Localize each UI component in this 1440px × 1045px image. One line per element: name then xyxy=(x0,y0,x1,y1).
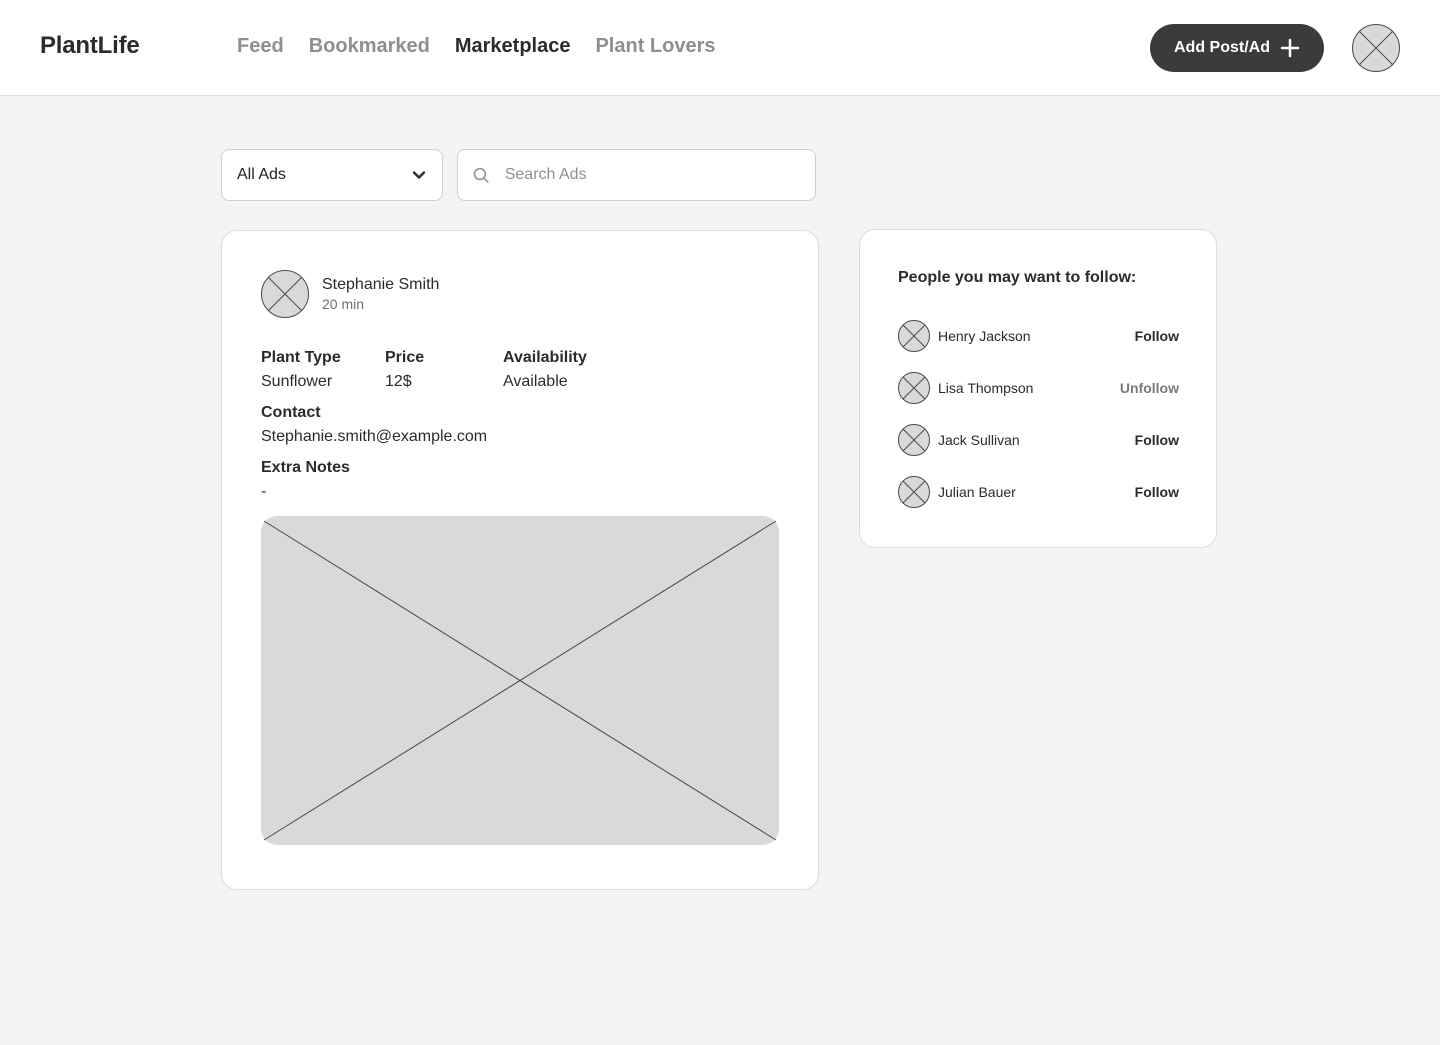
availability-value: Available xyxy=(503,373,568,390)
nav-plant-lovers[interactable]: Plant Lovers xyxy=(595,35,715,58)
extra-notes-value: - xyxy=(261,483,267,500)
ads-filter-value: All Ads xyxy=(237,166,286,183)
suggestion-item: Lisa Thompson Unfollow xyxy=(898,371,1179,405)
availability-label: Availability xyxy=(503,349,587,366)
price-value: 12$ xyxy=(385,373,412,390)
follow-suggestions-title: People you may want to follow: xyxy=(898,269,1137,286)
suggestion-name[interactable]: Lisa Thompson xyxy=(938,380,1120,396)
avatar-placeholder-icon[interactable] xyxy=(898,476,930,508)
author-avatar[interactable] xyxy=(261,270,309,318)
suggestion-name[interactable]: Jack Sullivan xyxy=(938,432,1135,448)
post-timestamp: 20 min xyxy=(322,296,365,312)
plant-type-label: Plant Type xyxy=(261,349,341,366)
extra-notes-field: Extra Notes - xyxy=(261,459,350,501)
post-author-header: Stephanie Smith 20 min xyxy=(261,270,439,318)
follow-button[interactable]: Follow xyxy=(1135,328,1179,344)
avatar-placeholder-icon[interactable] xyxy=(898,424,930,456)
avatar-placeholder-icon[interactable] xyxy=(898,372,930,404)
avatar-placeholder-icon[interactable] xyxy=(898,320,930,352)
contact-field: Contact Stephanie.smith@example.com xyxy=(261,404,487,446)
suggestion-item: Jack Sullivan Follow xyxy=(898,423,1179,457)
top-navigation-bar: PlantLife Feed Bookmarked Marketplace Pl… xyxy=(0,0,1440,96)
marketplace-ad-card: Stephanie Smith 20 min Plant Type Sunflo… xyxy=(221,230,819,890)
availability-field: Availability Available xyxy=(503,349,587,391)
follow-button[interactable]: Follow xyxy=(1135,432,1179,448)
extra-notes-label: Extra Notes xyxy=(261,459,350,476)
post-author-name[interactable]: Stephanie Smith xyxy=(322,276,439,294)
ads-filter-dropdown[interactable]: All Ads xyxy=(221,149,443,201)
search-icon xyxy=(473,167,489,183)
follow-button[interactable]: Follow xyxy=(1135,484,1179,500)
main-nav: Feed Bookmarked Marketplace Plant Lovers xyxy=(237,35,716,58)
suggestion-item: Julian Bauer Follow xyxy=(898,475,1179,509)
unfollow-button[interactable]: Unfollow xyxy=(1120,380,1179,396)
add-post-ad-label: Add Post/Ad xyxy=(1174,39,1270,56)
plant-type-field: Plant Type Sunflower xyxy=(261,349,341,391)
plus-icon xyxy=(1280,38,1300,58)
search-ads-box xyxy=(457,149,816,201)
nav-marketplace[interactable]: Marketplace xyxy=(455,35,571,58)
search-ads-input[interactable] xyxy=(504,166,800,184)
app-logo[interactable]: PlantLife xyxy=(40,32,140,60)
chevron-down-icon xyxy=(412,171,426,179)
contact-label: Contact xyxy=(261,404,321,421)
suggestion-item: Henry Jackson Follow xyxy=(898,319,1179,353)
nav-feed[interactable]: Feed xyxy=(237,35,284,58)
suggestion-name[interactable]: Julian Bauer xyxy=(938,484,1135,500)
image-placeholder-icon[interactable] xyxy=(261,516,779,845)
nav-bookmarked[interactable]: Bookmarked xyxy=(309,35,430,58)
plant-type-value: Sunflower xyxy=(261,373,333,390)
suggestion-name[interactable]: Henry Jackson xyxy=(938,328,1135,344)
profile-avatar[interactable] xyxy=(1352,24,1400,72)
add-post-ad-button[interactable]: Add Post/Ad xyxy=(1150,24,1324,72)
price-field: Price 12$ xyxy=(385,349,424,391)
contact-value[interactable]: Stephanie.smith@example.com xyxy=(261,428,487,446)
follow-suggestions-card: People you may want to follow: Henry Jac… xyxy=(859,229,1217,548)
price-label: Price xyxy=(385,349,425,366)
